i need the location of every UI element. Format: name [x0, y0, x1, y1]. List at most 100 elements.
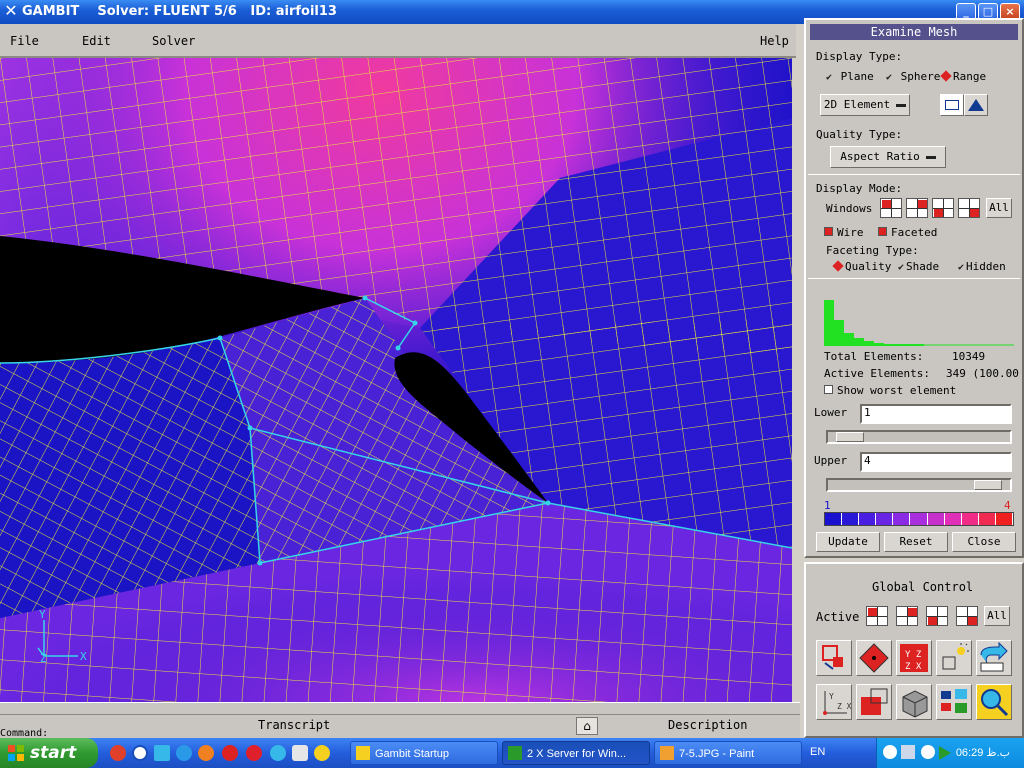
upper-slider[interactable] [826, 478, 1012, 492]
dropdown-icon [925, 155, 936, 159]
start-button[interactable]: start [0, 738, 98, 768]
close-button[interactable]: Close [952, 532, 1016, 552]
active-all-button[interactable]: All [984, 606, 1010, 626]
faceting-shade-radio[interactable]: ✔ Shade [896, 260, 939, 273]
display-type-label: Display Type: [816, 50, 903, 63]
light-source-icon[interactable] [936, 640, 972, 676]
home-icon[interactable]: ⌂ [576, 717, 598, 735]
quicklaunch-icon[interactable] [110, 745, 126, 761]
quicklaunch-icon[interactable] [314, 745, 330, 761]
window-4-icon[interactable] [958, 198, 980, 218]
specify-colors-icon[interactable] [936, 684, 972, 720]
coordinate-axes-icon[interactable]: YZ X [816, 684, 852, 720]
display-type-plane[interactable]: ✔ Plane [824, 70, 874, 83]
transcript-tab[interactable]: Transcript [258, 718, 330, 732]
task-paint[interactable]: 7-5.JPG - Paint [654, 741, 802, 765]
axis-z-label: Z [40, 652, 47, 665]
scale-swatch [842, 513, 860, 525]
check-icon: ✔ [825, 72, 833, 83]
task-gambit-startup[interactable]: Gambit Startup [350, 741, 498, 765]
paint-icon [660, 746, 674, 760]
opera-icon[interactable] [246, 745, 262, 761]
quicklaunch-icon[interactable] [132, 745, 148, 761]
histogram-bar [844, 333, 854, 346]
svg-text:Z X: Z X [837, 702, 851, 711]
shade-cube-icon[interactable] [896, 684, 932, 720]
menu-file[interactable]: File [10, 34, 39, 48]
faceting-hidden-radio[interactable]: ✔ Hidden [956, 260, 1006, 273]
scale-swatch [876, 513, 894, 525]
faceted-checkbox[interactable]: Faceted [878, 226, 937, 239]
active-window-2-icon[interactable] [896, 606, 918, 626]
lower-input[interactable]: 1 [860, 404, 1012, 424]
clock: 06:29 ب.ظ [955, 747, 1010, 759]
radio-selected-icon [832, 260, 844, 272]
panel-header: Examine Mesh [810, 24, 1018, 40]
histogram-bar [824, 300, 834, 346]
quality-type-dropdown[interactable]: Aspect Ratio [830, 146, 946, 168]
render-model-icon[interactable] [856, 684, 892, 720]
language-indicator[interactable]: EN [810, 746, 825, 758]
firefox-icon[interactable] [198, 745, 214, 761]
reset-button[interactable]: Reset [884, 532, 948, 552]
task-x-server[interactable]: 2 X Server for Win... [502, 741, 650, 765]
internet-explorer-icon[interactable] [176, 745, 192, 761]
window-1-icon[interactable] [880, 198, 902, 218]
histogram-bar [834, 320, 844, 346]
select-pivot-icon[interactable] [856, 640, 892, 676]
tray-icon[interactable] [921, 745, 935, 759]
transcript-bar: Command: Transcript ⌂ Description [0, 714, 800, 739]
menu-edit[interactable]: Edit [82, 34, 111, 48]
lower-slider-knob[interactable] [836, 432, 864, 442]
checkbox-empty-icon [824, 385, 833, 394]
tray-icon[interactable] [883, 745, 897, 759]
quality-histogram [824, 300, 1014, 346]
total-elements-label: Total Elements: [824, 350, 924, 363]
lower-slider[interactable] [826, 430, 1012, 444]
scale-swatch [961, 513, 979, 525]
examine-mesh-panel: Examine Mesh Display Type: ✔ Plane ✔ Sph… [804, 18, 1024, 558]
display-type-range[interactable]: Range [940, 70, 986, 83]
display-type-sphere[interactable]: ✔ Sphere [884, 70, 940, 83]
examine-mesh-icon[interactable] [976, 684, 1012, 720]
radio-selected-icon [940, 70, 952, 82]
menu-solver[interactable]: Solver [152, 34, 195, 48]
quicklaunch-icon[interactable] [270, 745, 286, 761]
undo-view-icon[interactable] [976, 640, 1012, 676]
quad-shape-icon[interactable] [940, 94, 964, 116]
scale-swatch [978, 513, 996, 525]
check-icon: ✔ [897, 262, 905, 273]
upper-slider-knob[interactable] [974, 480, 1002, 490]
quicklaunch-icon[interactable] [222, 745, 238, 761]
scale-swatch [910, 513, 928, 525]
active-elements-value: 349 (100.00 [946, 367, 1019, 380]
orient-model-icon[interactable]: Y Z Z X [896, 640, 932, 676]
description-tab[interactable]: Description [668, 718, 747, 732]
update-button[interactable]: Update [816, 532, 880, 552]
display-mode-label: Display Mode: [816, 182, 903, 195]
element-type-dropdown[interactable]: 2D Element [820, 94, 910, 116]
graphics-window[interactable]: Y Z X [0, 58, 792, 702]
wire-checkbox[interactable]: Wire [824, 226, 864, 239]
window-2-icon[interactable] [906, 198, 928, 218]
svg-text:Z X: Z X [905, 662, 922, 672]
taskbar: start Gambit Startup 2 X Server for Win.… [0, 738, 1024, 768]
tray-icon[interactable] [901, 745, 915, 759]
faceting-quality-radio[interactable]: Quality [832, 260, 891, 273]
scale-swatch [927, 513, 945, 525]
active-window-3-icon[interactable] [926, 606, 948, 626]
quicklaunch-icon[interactable] [292, 745, 308, 761]
active-window-1-icon[interactable] [866, 606, 888, 626]
active-window-4-icon[interactable] [956, 606, 978, 626]
tri-shape-icon[interactable] [964, 94, 988, 116]
mesh-canvas[interactable]: Y Z X [0, 58, 792, 702]
checkbox-checked-icon [824, 227, 833, 236]
windows-all-button[interactable]: All [986, 198, 1012, 218]
menu-help[interactable]: Help [760, 34, 789, 48]
window-3-icon[interactable] [932, 198, 954, 218]
show-worst-checkbox[interactable]: Show worst element [824, 384, 956, 397]
play-icon[interactable] [939, 746, 951, 760]
upper-input[interactable]: 4 [860, 452, 1012, 472]
fit-to-window-icon[interactable] [816, 640, 852, 676]
quicklaunch-icon[interactable] [154, 745, 170, 761]
